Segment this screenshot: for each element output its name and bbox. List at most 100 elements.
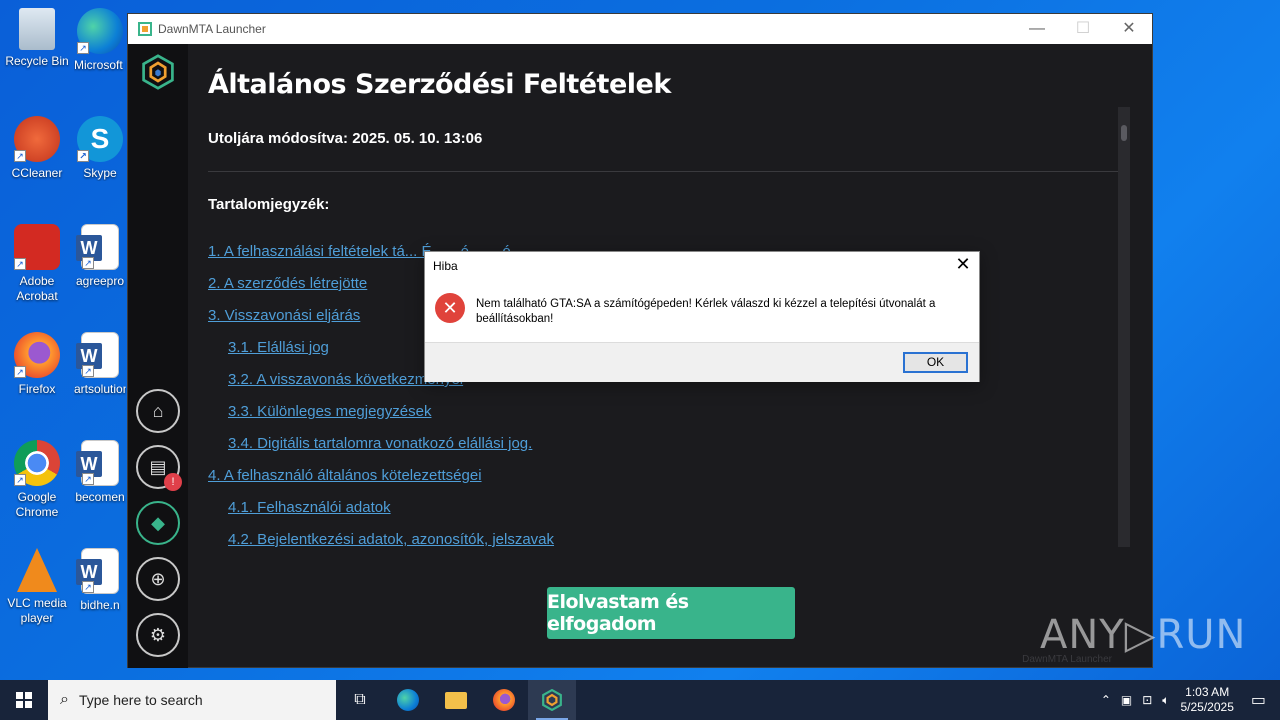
- desktop-icon-becomen[interactable]: ↗ becomen: [74, 440, 126, 505]
- desktop-icon-edge[interactable]: ↗ Microsoft Edge: [74, 8, 126, 73]
- search-icon: ⌕: [60, 691, 69, 708]
- desktop-icon-skype[interactable]: S ↗ Skype: [74, 116, 126, 181]
- window-titlebar[interactable]: DawnMTA Launcher — ☐ ✕: [128, 14, 1152, 44]
- toc-link[interactable]: 4. A felhasználó általános kötelezettség…: [208, 467, 482, 484]
- notification-icon[interactable]: ▭: [1251, 690, 1266, 710]
- desktop-icon-label: Google Chrome: [15, 490, 59, 519]
- desktop-icon-label: becomen: [75, 490, 125, 504]
- folder-icon: [445, 691, 467, 709]
- dawnmta-logo-icon: [542, 689, 562, 711]
- desktop-icon-label: Microsoft Edge: [74, 58, 126, 72]
- desktop-icon-ccleaner[interactable]: ↗ CCleaner: [0, 116, 74, 181]
- premium-button[interactable]: ◆: [136, 501, 180, 545]
- taskbar-firefox[interactable]: [480, 680, 528, 720]
- page-title: Általános Szerződési Feltételek: [208, 69, 671, 100]
- dialog-footer: OK: [425, 342, 979, 382]
- dialog-title: Hiba: [433, 259, 458, 273]
- word-document-icon: ↗: [76, 224, 119, 270]
- toc-link[interactable]: 3.3. Különleges megjegyzések: [228, 403, 431, 420]
- settings-button[interactable]: ⚙: [136, 613, 180, 657]
- gear-icon: ⚙: [149, 624, 167, 645]
- toc-link[interactable]: 3.4. Digitális tartalomra vonatkozó elál…: [228, 435, 532, 452]
- maximize-button[interactable]: ☐: [1060, 14, 1106, 44]
- desktop-icon-label: VLC media player: [7, 596, 67, 625]
- dialog-message: Nem található GTA:SA a számítógépeden! K…: [476, 298, 936, 325]
- taskbar: ⌕ Type here to search ⧉ ⌃ ▣ ⊡ 🔈︎ 1:03 AM…: [0, 680, 1280, 720]
- desktop-icon-firefox[interactable]: ↗ Firefox: [0, 332, 74, 397]
- device-icon[interactable]: ▣: [1121, 693, 1132, 707]
- acrobat-icon: ↗: [14, 224, 60, 270]
- firefox-icon: [493, 689, 515, 711]
- volume-icon[interactable]: 🔈︎: [1162, 693, 1169, 708]
- toc-link[interactable]: 3.1. Elállási jog: [228, 339, 329, 356]
- desktop-icon-label: Adobe Acrobat: [16, 274, 58, 303]
- desktop-icon-vlc[interactable]: VLC media player: [0, 548, 74, 626]
- newspaper-icon: ▤: [149, 456, 167, 477]
- clock[interactable]: 1:03 AM 5/25/2025: [1180, 685, 1233, 715]
- task-view-icon: ⧉: [354, 691, 366, 708]
- desktop-icon-chrome[interactable]: ↗ Google Chrome: [0, 440, 74, 520]
- desktop-icon-recycle-bin[interactable]: Recycle Bin: [0, 8, 74, 69]
- word-document-icon: ↗: [76, 548, 119, 594]
- clock-time: 1:03 AM: [1185, 685, 1230, 699]
- recycle-bin-icon: [19, 8, 55, 50]
- language-button[interactable]: ⊕: [136, 557, 180, 601]
- clock-date: 5/25/2025: [1180, 700, 1234, 714]
- vlc-icon: [17, 548, 57, 592]
- taskbar-search[interactable]: ⌕ Type here to search: [48, 680, 336, 720]
- windows-icon: [16, 692, 32, 708]
- toc-title: Tartalomjegyzék:: [208, 196, 330, 213]
- network-icon[interactable]: ⊡: [1142, 693, 1152, 707]
- search-placeholder: Type here to search: [78, 692, 203, 708]
- notification-badge: !: [164, 473, 182, 491]
- news-button[interactable]: ▤!: [136, 445, 182, 491]
- system-tray: ⌃ ▣ ⊡ 🔈︎ 1:03 AM 5/25/2025 ▭: [1096, 680, 1280, 720]
- desktop-icon-label: Firefox: [18, 382, 56, 396]
- start-button[interactable]: [0, 680, 48, 720]
- dialog-close-button[interactable]: ✕: [953, 254, 973, 275]
- content-scrollbar[interactable]: [1118, 107, 1130, 547]
- desktop-icon-bidhe[interactable]: ↗ bidhe.n: [74, 548, 126, 613]
- toc-link[interactable]: 3. Visszavonási eljárás: [208, 307, 360, 324]
- window-title: DawnMTA Launcher: [158, 22, 266, 36]
- home-icon: ⌂: [152, 400, 164, 421]
- sidebar: ⌂ ▤! ◆ ⊕ ⚙: [128, 44, 188, 668]
- diamond-icon: ◆: [151, 512, 165, 533]
- toc-link[interactable]: 2. A szerződés létrejötte: [208, 275, 367, 292]
- chrome-icon: ↗: [14, 440, 60, 486]
- dawnmta-logo-icon: [138, 22, 152, 36]
- home-button[interactable]: ⌂: [136, 389, 180, 433]
- toc-link[interactable]: 4.1. Felhasználói adatok: [228, 499, 391, 516]
- divider: [208, 171, 1118, 172]
- taskbar-dawnmta[interactable]: [528, 680, 576, 720]
- desktop-icon-artsolution[interactable]: ↗ artsolution: [74, 332, 126, 397]
- close-button[interactable]: ✕: [1106, 14, 1152, 44]
- desktop-icon-label: artsolution: [74, 382, 126, 396]
- desktop-icon-label: agreepro: [75, 274, 125, 288]
- edge-icon: [397, 689, 419, 711]
- anyrun-watermark: ANY▷RUN: [1040, 612, 1247, 658]
- dawnmta-logo-icon: [142, 54, 174, 90]
- minimize-button[interactable]: —: [1014, 14, 1060, 44]
- error-icon: ✕: [435, 293, 465, 323]
- task-view-button[interactable]: ⧉: [336, 680, 384, 720]
- desktop-icon-adobe-acrobat[interactable]: ↗ Adobe Acrobat: [0, 224, 74, 304]
- toc-link[interactable]: 4.2. Bejelentkezési adatok, azonosítók, …: [228, 531, 554, 548]
- chevron-up-icon[interactable]: ⌃: [1101, 693, 1111, 707]
- desktop-icon-label: bidhe.n: [80, 598, 120, 612]
- ccleaner-icon: ↗: [14, 116, 60, 162]
- ok-button[interactable]: OK: [903, 352, 968, 373]
- desktop-icon-label: CCleaner: [11, 166, 63, 180]
- desktop-icon-label: Recycle Bin: [5, 54, 69, 68]
- taskbar-file-explorer[interactable]: [432, 680, 480, 720]
- word-document-icon: ↗: [76, 440, 119, 486]
- desktop-icon-label: Skype: [83, 166, 117, 180]
- word-document-icon: ↗: [76, 332, 119, 378]
- taskbar-edge[interactable]: [384, 680, 432, 720]
- error-dialog: Hiba ✕ ✕ Nem található GTA:SA a számítóg…: [424, 251, 980, 382]
- edge-icon: ↗: [77, 8, 123, 54]
- scrollbar-thumb[interactable]: [1121, 125, 1127, 141]
- last-modified: Utoljára módosítva: 2025. 05. 10. 13:06: [208, 130, 483, 147]
- desktop-icon-agreepro[interactable]: ↗ agreepro: [74, 224, 126, 289]
- accept-terms-button[interactable]: Elolvastam és elfogadom: [547, 587, 795, 639]
